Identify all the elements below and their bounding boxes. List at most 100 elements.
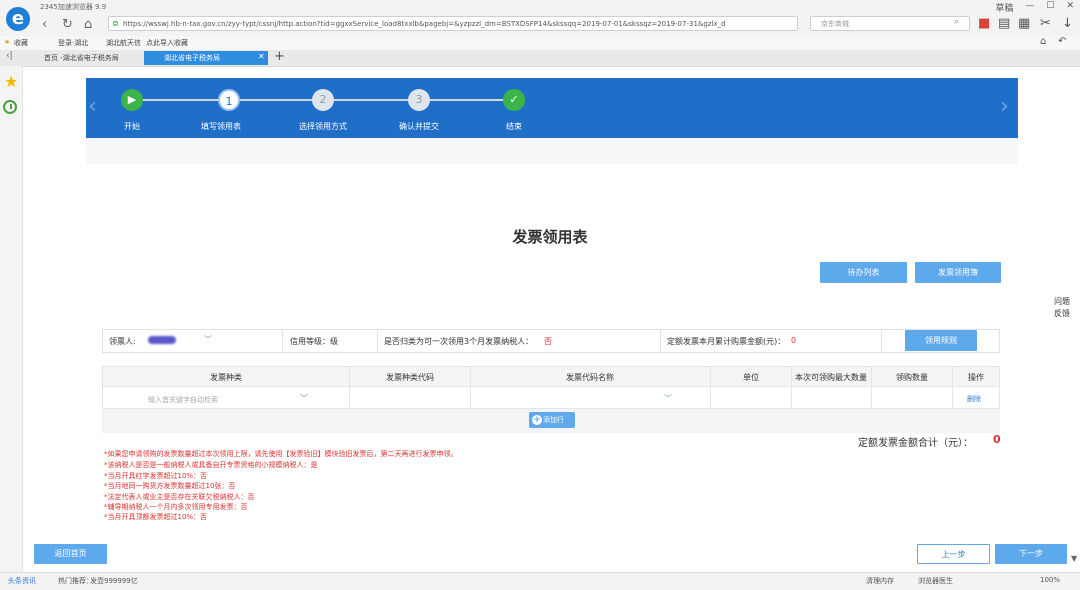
close-icon[interactable]: ✕ (1066, 1, 1074, 14)
step-label-end: 结束 (506, 122, 522, 131)
address-bar[interactable]: https://wsswj.hb-n-tax.gov.cn/zyy-typt/c… (108, 16, 798, 31)
hot-label: 热门推荐： (58, 577, 93, 585)
bookmark-favorites[interactable]: 收藏 (14, 38, 28, 48)
note-line: *当月开具顶额发票超过10%：否 (104, 513, 208, 521)
total-label: 定额发票金额合计（元）： (858, 438, 973, 449)
info-divider (377, 329, 378, 353)
th-type-code: 发票种类代码 (386, 373, 434, 382)
scroll-down-icon[interactable]: ▼ (1071, 554, 1077, 563)
back-home-button[interactable]: 返回首页 (34, 544, 107, 564)
bookmark-import[interactable]: 点此导入收藏 (146, 38, 188, 48)
th-invoice-type: 发票种类 (210, 373, 242, 382)
quota-label: 定额发票本月累计购票金额(元)： (667, 337, 786, 346)
col-divider (710, 366, 711, 409)
feedback-tab[interactable]: 问题反馈 (1054, 296, 1072, 320)
search-input[interactable]: 京东商城 (810, 16, 970, 31)
browser-sidebar (0, 66, 23, 572)
home-icon[interactable]: ⌂ (84, 17, 92, 32)
info-divider (660, 329, 661, 353)
new-tab-icon[interactable]: + (274, 49, 285, 64)
refresh-icon[interactable]: ↻ (62, 17, 73, 32)
browser-logo-icon: e (6, 7, 30, 31)
tab-scroll-left-icon[interactable]: ‹| (6, 51, 13, 61)
col-divider (791, 366, 792, 409)
download-icon[interactable]: ↓ (1062, 16, 1073, 31)
apps-icon[interactable]: ▦ (1018, 16, 1030, 31)
note-line: *法定代表人或业主是否存在关联欠税纳税人：否 (104, 493, 255, 501)
step-1-icon: 1 (218, 89, 240, 111)
undo-icon[interactable]: ↶ (1058, 36, 1066, 47)
step-3-icon: 3 (408, 89, 430, 111)
secure-icon: ⊜ (112, 19, 119, 28)
bookmark-login[interactable]: 登录·湖北 (58, 38, 88, 48)
code-name-dropdown-icon[interactable]: ﹀ (664, 393, 672, 404)
delete-row-link[interactable]: 删除 (967, 394, 981, 404)
step-label-start: 开始 (124, 122, 140, 131)
invoice-type-input[interactable]: 输入首关键字自动检索 (148, 395, 218, 405)
browser-doctor-button[interactable]: 浏览器医生 (918, 576, 953, 586)
quota-value: 0 (791, 336, 797, 345)
info-divider (881, 329, 882, 353)
invoice-book-button[interactable]: 发票领用簿 (915, 262, 1001, 283)
step-label-fill: 填写领用表 (201, 122, 241, 131)
recipient-name-redacted (148, 336, 176, 344)
star-icon[interactable]: ★ (4, 72, 18, 91)
browser-name: 2345加速浏览器 9.9 (40, 3, 107, 11)
total-value: 0 (993, 433, 1001, 446)
banner-next-icon[interactable]: › (1000, 94, 1009, 119)
history-clock-icon[interactable] (3, 100, 17, 114)
note-line: *如果您申请领购的发票数量超过本次领用上限，请先使用【发票验旧】模块验旧发票后，… (104, 450, 458, 458)
clean-memory-button[interactable]: 清理内存 (866, 576, 894, 586)
note-line: *当月开具红字发票超过10%：否 (104, 472, 208, 480)
tab-tax-bureau[interactable]: 湖北省电子税务局 (144, 51, 268, 65)
step-label-confirm: 确认并提交 (399, 122, 439, 131)
tab-home[interactable]: 首页 -湖北省电子税务局 (24, 51, 142, 65)
reader-icon[interactable]: ▤ (998, 16, 1010, 31)
next-step-button[interactable]: 下一步 (995, 544, 1067, 564)
window-controls: 草稿 — ☐ ✕ (995, 1, 1074, 14)
rules-button[interactable]: 领用规则 (905, 330, 977, 351)
maximize-icon[interactable]: ☐ (1046, 1, 1054, 14)
table-row (102, 387, 1000, 409)
step-start-icon: ▶ (121, 89, 143, 111)
title-bar (0, 0, 1080, 14)
step-2-icon: 2 (312, 89, 334, 111)
hot-value[interactable]: 发壶999999亿 (90, 576, 138, 586)
prev-step-button[interactable]: 上一步 (917, 544, 990, 564)
lock-icon[interactable]: ⌂ (1040, 36, 1046, 47)
draft-button[interactable]: 草稿 (995, 1, 1013, 14)
back-icon[interactable]: ‹ (42, 17, 47, 32)
credit-level: 信用等级：级 (290, 337, 338, 346)
search-icon[interactable]: ⌕ (954, 17, 959, 27)
th-unit: 单位 (743, 373, 759, 382)
todo-list-button[interactable]: 待办列表 (820, 262, 907, 283)
banner-prev-icon[interactable]: ‹ (88, 94, 97, 119)
note-line: *辅导期纳税人一个月内多次领用专用发票：否 (104, 503, 248, 511)
news-link[interactable]: 头条资讯 (8, 576, 36, 586)
three-month-label: 是否归类为可一次领用3个月发票纳税人： (384, 337, 534, 346)
step-label-method: 选择领用方式 (299, 122, 347, 131)
note-line: *该纳税人是否是一般纳税人或具备自开专票资格的小规模纳税人：是 (104, 461, 318, 469)
th-action: 操作 (968, 373, 984, 382)
extension-icon[interactable]: ■ (978, 16, 990, 31)
recipient-dropdown-icon[interactable]: ﹀ (204, 334, 212, 345)
th-max-qty: 本次可领购最大数量 (795, 373, 867, 382)
bookmark-hubei[interactable]: 湖北航天信 (106, 38, 141, 48)
zoom-level[interactable]: 100% (1040, 576, 1060, 584)
th-code-name: 发票代码名称 (566, 373, 614, 382)
close-tab-icon[interactable]: ✕ (258, 52, 265, 61)
recipient-label: 领票人: (109, 337, 136, 346)
minimize-icon[interactable]: — (1025, 1, 1034, 14)
invoice-type-dropdown-icon[interactable]: ﹀ (300, 393, 308, 404)
page-title: 发票领用表 (512, 228, 588, 246)
col-divider (871, 366, 872, 409)
col-divider (470, 366, 471, 409)
col-divider (952, 366, 953, 409)
step-end-icon: ✓ (503, 89, 525, 111)
col-divider (349, 366, 350, 409)
three-month-value: 否 (544, 337, 552, 346)
scissors-icon[interactable]: ✂ (1040, 16, 1051, 31)
sub-banner (86, 138, 1018, 164)
note-line: *当月地同一购货方发票数量超过10张：否 (104, 482, 236, 490)
favorites-star-icon[interactable]: ★ (4, 38, 10, 46)
